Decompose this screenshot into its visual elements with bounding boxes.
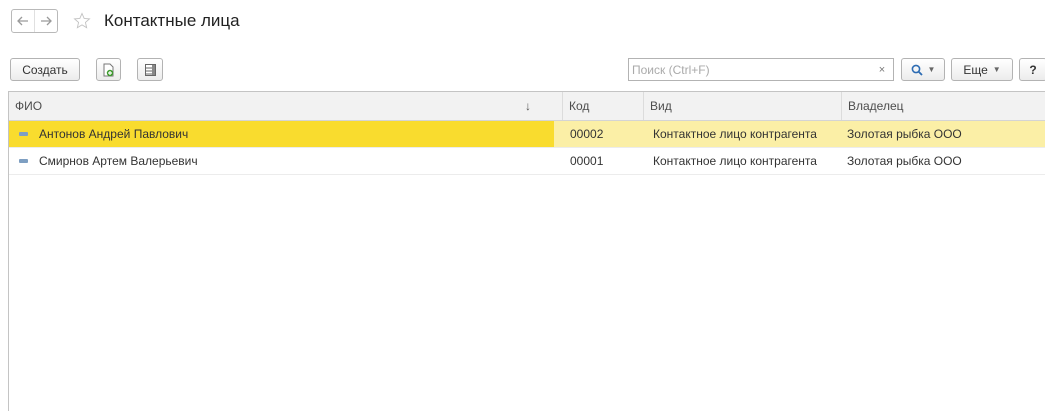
list-settings-icon bbox=[144, 63, 156, 76]
more-button[interactable]: Еще ▼ bbox=[951, 58, 1013, 81]
cell-owner: Золотая рыбка ООО bbox=[847, 154, 962, 168]
column-header-kind[interactable]: Вид bbox=[643, 92, 843, 120]
search-field[interactable]: × bbox=[628, 58, 894, 81]
back-arrow-icon bbox=[17, 16, 28, 26]
search-clear-icon[interactable]: × bbox=[871, 64, 893, 76]
table-row[interactable]: Антонов Андрей Павлович 00002 Контактное… bbox=[9, 121, 1045, 148]
title-bar: Контактные лица bbox=[11, 8, 240, 34]
add-copy-button[interactable] bbox=[96, 58, 121, 81]
table-header: ФИО ↓ Код Вид Владелец bbox=[9, 92, 1045, 121]
column-header-fio[interactable]: ФИО bbox=[9, 92, 554, 120]
cell-fio: Смирнов Артем Валерьевич bbox=[9, 148, 554, 174]
column-header-label: Код bbox=[569, 99, 590, 113]
add-copy-icon bbox=[103, 63, 114, 76]
column-header-owner[interactable]: Владелец bbox=[841, 92, 1045, 120]
column-header-label: Вид bbox=[650, 99, 672, 113]
back-button[interactable] bbox=[12, 10, 34, 32]
favorite-button[interactable] bbox=[72, 11, 92, 31]
sort-arrow-icon: ↓ bbox=[525, 99, 531, 113]
cell-kind: Контактное лицо контрагента bbox=[653, 127, 817, 141]
list-settings-button[interactable] bbox=[137, 58, 163, 81]
help-button[interactable]: ? bbox=[1019, 58, 1045, 81]
forward-arrow-icon bbox=[41, 16, 52, 26]
search-input[interactable] bbox=[629, 60, 871, 79]
star-icon bbox=[73, 12, 91, 29]
cell-fio-text: Смирнов Артем Валерьевич bbox=[39, 154, 198, 168]
cell-owner: Золотая рыбка ООО bbox=[847, 127, 962, 141]
chevron-down-icon: ▼ bbox=[992, 65, 1001, 74]
cell-fio-text: Антонов Андрей Павлович bbox=[39, 127, 189, 141]
nav-buttons bbox=[11, 9, 58, 33]
help-button-label: ? bbox=[1029, 62, 1037, 77]
row-marker-icon bbox=[19, 132, 28, 136]
table-row[interactable]: Смирнов Артем Валерьевич 00001 Контактно… bbox=[9, 148, 1045, 175]
search-button[interactable]: ▼ bbox=[901, 58, 945, 81]
column-header-label: ФИО bbox=[15, 99, 43, 113]
chevron-down-icon: ▼ bbox=[927, 65, 936, 74]
cell-kind: Контактное лицо контрагента bbox=[653, 154, 817, 168]
contacts-table: ФИО ↓ Код Вид Владелец Антонов Андрей Па… bbox=[8, 91, 1045, 411]
column-header-label: Владелец bbox=[848, 99, 904, 113]
column-header-code[interactable]: Код bbox=[562, 92, 644, 120]
row-marker-icon bbox=[19, 159, 28, 163]
page-title: Контактные лица bbox=[104, 11, 240, 30]
cell-code: 00001 bbox=[570, 154, 604, 168]
search-icon bbox=[911, 64, 923, 76]
more-button-label: Еще bbox=[963, 62, 988, 77]
cell-fio: Антонов Андрей Павлович bbox=[9, 121, 554, 147]
create-button-label: Создать bbox=[22, 62, 68, 77]
cell-code: 00002 bbox=[570, 127, 604, 141]
forward-button[interactable] bbox=[34, 10, 57, 32]
create-button[interactable]: Создать bbox=[10, 58, 80, 81]
